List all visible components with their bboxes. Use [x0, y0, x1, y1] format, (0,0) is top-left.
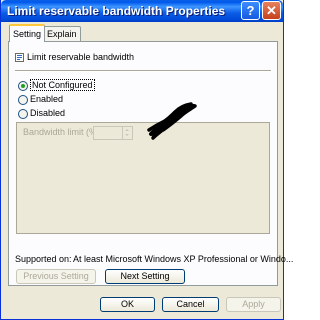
- radio-enabled[interactable]: Enabled: [18, 94, 63, 105]
- radio-label-not-configured: Not Configured: [30, 79, 95, 91]
- cancel-button[interactable]: Cancel: [162, 297, 219, 312]
- tab-setting[interactable]: Setting: [9, 24, 46, 42]
- spinner-arrows-icon[interactable]: [122, 127, 132, 139]
- scribble-annotation: [147, 102, 197, 140]
- tab-explain[interactable]: Explain: [43, 26, 81, 41]
- options-area: [16, 122, 270, 234]
- radio-label-disabled: Disabled: [30, 108, 66, 118]
- radio-selected-icon[interactable]: [18, 80, 28, 91]
- radio-label-enabled: Enabled: [30, 94, 64, 104]
- policy-setting-icon: [15, 53, 24, 63]
- radio-unselected-icon[interactable]: [18, 108, 28, 119]
- policy-name: Limit reservable bandwidth: [27, 52, 135, 62]
- policy-header: Limit reservable bandwidth: [15, 52, 135, 63]
- close-button[interactable]: ✕: [262, 1, 281, 20]
- previous-setting-button[interactable]: Previous Setting: [16, 269, 96, 284]
- supported-on-value: At least Microsoft Windows XP Profession…: [73, 254, 294, 264]
- ok-button[interactable]: OK: [100, 297, 155, 312]
- supported-on-row: Supported on: At least Microsoft Windows…: [15, 254, 293, 264]
- divider: [15, 70, 271, 72]
- window-title: Limit reservable bandwidth Properties: [7, 4, 226, 18]
- properties-dialog: Limit reservable bandwidth Properties ? …: [0, 0, 293, 320]
- apply-button[interactable]: Apply: [226, 297, 281, 312]
- help-button[interactable]: ?: [241, 1, 260, 20]
- bandwidth-limit-label: Bandwidth limit (%):: [23, 127, 103, 137]
- radio-not-configured[interactable]: Not Configured: [18, 79, 95, 91]
- radio-unselected-icon[interactable]: [18, 94, 28, 105]
- bandwidth-limit-spinner[interactable]: [93, 126, 133, 140]
- title-bar[interactable]: Limit reservable bandwidth Properties ? …: [1, 0, 283, 22]
- radio-disabled[interactable]: Disabled: [18, 108, 65, 119]
- next-setting-button[interactable]: Next Setting: [105, 269, 185, 284]
- supported-on-label: Supported on:: [15, 254, 72, 264]
